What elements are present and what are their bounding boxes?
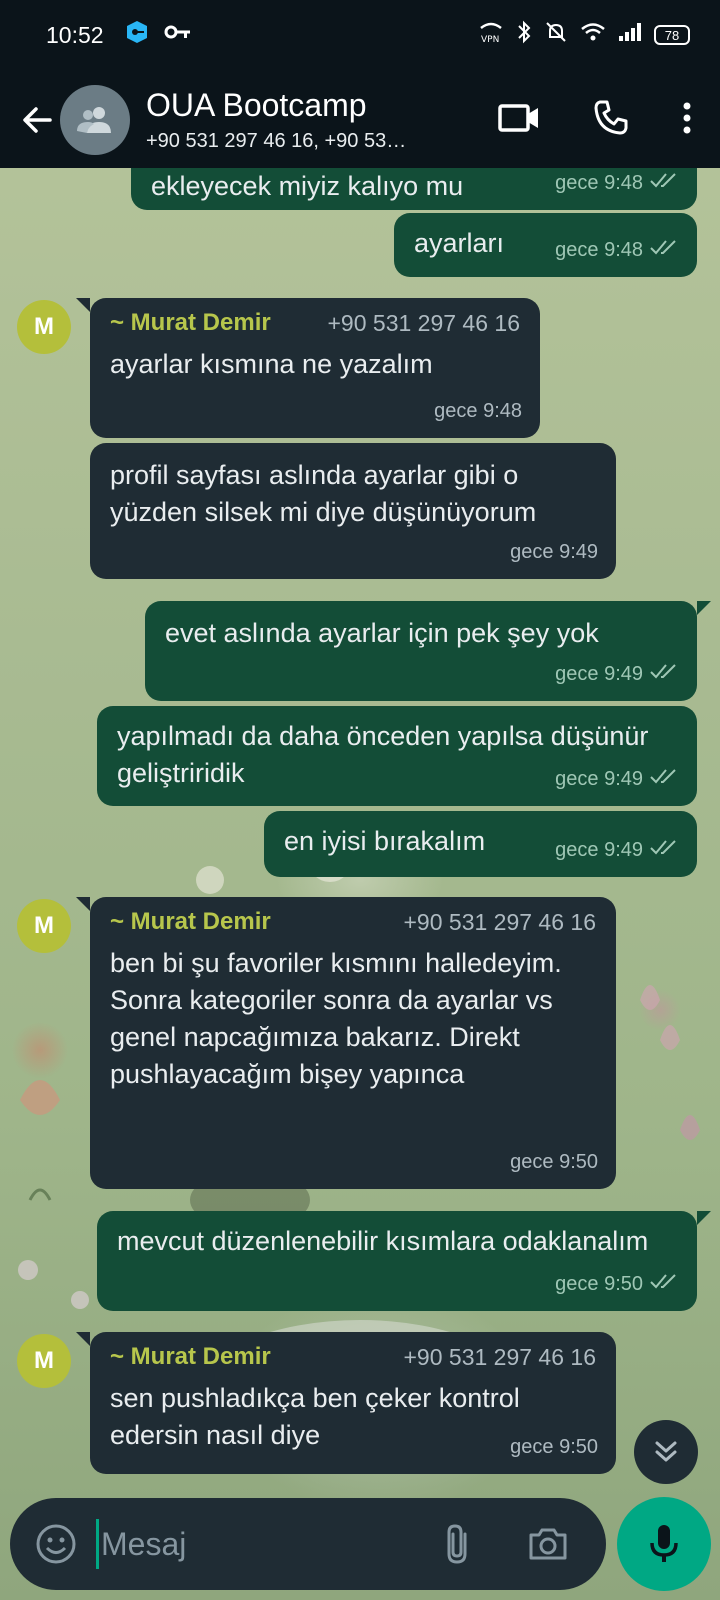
message-text: mevcut düzenlenebilir kısımlara odaklana… xyxy=(117,1226,649,1256)
more-options-icon[interactable] xyxy=(682,101,692,140)
message-time: gece 9:48 xyxy=(434,400,522,422)
double-check-icon xyxy=(649,232,679,269)
bubble-tail xyxy=(76,897,90,911)
microphone-icon xyxy=(650,1525,678,1562)
message-time: gece 9:49 xyxy=(555,663,643,685)
message-bubble-outgoing[interactable]: evet aslında ayarlar için pek şey yok ge… xyxy=(145,601,697,701)
message-time: gece 9:49 xyxy=(555,839,643,861)
message-time: gece 9:48 xyxy=(555,172,643,194)
chat-title: OUA Bootcamp xyxy=(146,87,367,123)
group-icon xyxy=(77,107,111,133)
message-bubble-outgoing[interactable]: ayarları gece 9:48 xyxy=(394,213,697,277)
chat-participants: +90 531 297 46 16, +90 53… xyxy=(146,130,407,152)
battery-icon: 78 xyxy=(654,25,690,45)
chat-title-block[interactable]: OUA Bootcamp +90 531 297 46 16, +90 53… xyxy=(146,87,446,153)
top-bar: 10:52 VPN 78 OUA Bootcamp +90 531 297 46… xyxy=(0,0,720,168)
message-text: profil sayfası aslında ayarlar gibi o yü… xyxy=(110,460,537,527)
microphone-button[interactable] xyxy=(617,1497,711,1591)
sender-avatar[interactable]: M xyxy=(17,899,71,953)
message-text: ben bi şu favoriler kısmını halledeyim. … xyxy=(110,948,562,1089)
status-bar: 10:52 VPN 78 xyxy=(0,0,720,70)
wifi-icon xyxy=(580,21,606,49)
bluetooth-icon xyxy=(516,20,532,50)
vpn-icon: VPN xyxy=(478,19,504,51)
double-check-icon xyxy=(649,832,679,869)
signal-icon xyxy=(618,21,642,49)
bubble-tail xyxy=(76,298,90,312)
double-check-icon xyxy=(649,1266,679,1303)
message-text: evet aslında ayarlar için pek şey yok xyxy=(165,618,599,648)
message-time: gece 9:50 xyxy=(555,1273,643,1295)
sender-phone: +90 531 297 46 16 xyxy=(403,909,597,935)
svg-text:VPN: VPN xyxy=(481,35,499,45)
double-chevron-down-icon xyxy=(655,1441,677,1462)
message-bubble-incoming[interactable]: ~ Murat Demir +90 531 297 46 16 ayarlar … xyxy=(90,298,540,438)
emoji-icon[interactable] xyxy=(32,1520,80,1568)
bubble-tail xyxy=(697,601,711,615)
header-foreground: 10:52 VPN 78 OUA Bootcamp +90 531 297 46… xyxy=(0,0,720,168)
chat-header: OUA Bootcamp +90 531 297 46 16, +90 53… xyxy=(0,72,720,168)
scroll-to-bottom-button[interactable] xyxy=(634,1420,698,1484)
back-arrow-icon[interactable] xyxy=(14,95,60,145)
message-bubble-outgoing[interactable]: mevcut düzenlenebilir kısımlara odaklana… xyxy=(97,1211,697,1311)
message-time: gece 9:48 xyxy=(555,239,643,261)
paperclip-icon[interactable] xyxy=(434,1520,482,1568)
status-time: 10:52 xyxy=(46,21,104,48)
message-bubble-incoming[interactable]: profil sayfası aslında ayarlar gibi o yü… xyxy=(90,443,616,579)
bell-muted-icon xyxy=(544,20,568,50)
phone-call-icon[interactable] xyxy=(592,99,630,142)
double-check-icon xyxy=(649,165,679,202)
message-composer xyxy=(10,1498,606,1590)
video-call-icon[interactable] xyxy=(498,102,540,139)
message-bubble-incoming[interactable]: ~ Murat Demir +90 531 297 46 16 ben bi ş… xyxy=(90,897,616,1189)
sender-name[interactable]: ~ Murat Demir xyxy=(110,1342,271,1372)
message-bubble-incoming[interactable]: ~ Murat Demir +90 531 297 46 16 sen push… xyxy=(90,1332,616,1474)
sender-phone: +90 531 297 46 16 xyxy=(327,310,521,336)
sender-phone: +90 531 297 46 16 xyxy=(403,1344,597,1370)
message-bubble-outgoing[interactable]: en iyisi bırakalım gece 9:49 xyxy=(264,811,697,877)
message-time: gece 9:49 xyxy=(510,541,598,563)
message-bubble-outgoing[interactable]: yapılmadı da daha önceden yapılsa düşünü… xyxy=(97,706,697,806)
key-icon xyxy=(164,21,192,49)
double-check-icon xyxy=(649,761,679,798)
bubble-tail xyxy=(697,1211,711,1225)
group-avatar[interactable] xyxy=(60,85,130,155)
message-time: gece 9:50 xyxy=(510,1151,598,1173)
message-time: gece 9:50 xyxy=(510,1436,598,1458)
sender-name[interactable]: ~ Murat Demir xyxy=(110,308,271,338)
vpn-key-icon xyxy=(124,19,150,51)
message-time: gece 9:49 xyxy=(555,768,643,790)
sender-avatar[interactable]: M xyxy=(17,300,71,354)
message-input[interactable] xyxy=(96,1519,396,1569)
bubble-tail xyxy=(76,1332,90,1346)
sender-name[interactable]: ~ Murat Demir xyxy=(110,907,271,937)
double-check-icon xyxy=(649,656,679,693)
message-text: ayarlar kısmına ne yazalım xyxy=(110,349,433,379)
sender-avatar[interactable]: M xyxy=(17,1334,71,1388)
camera-icon[interactable] xyxy=(524,1520,572,1568)
